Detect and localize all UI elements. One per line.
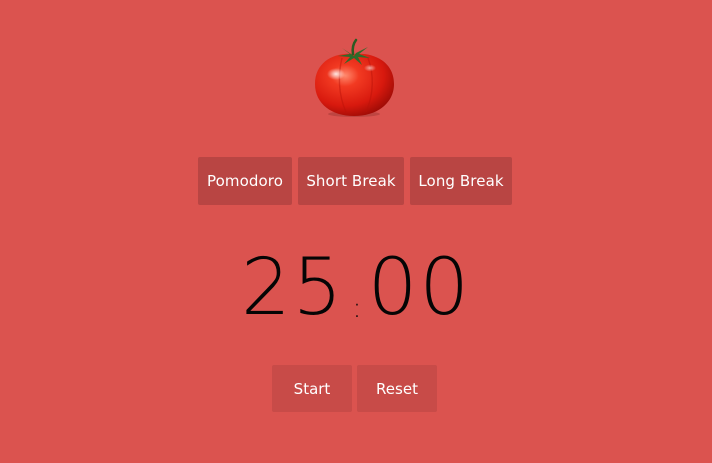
timer-seconds: 00 xyxy=(367,243,471,333)
tab-pomodoro[interactable]: Pomodoro xyxy=(198,157,292,205)
start-button[interactable]: Start xyxy=(272,365,352,412)
tab-short-break[interactable]: Short Break xyxy=(298,157,404,205)
mode-tabs: Pomodoro Short Break Long Break xyxy=(198,157,512,205)
timer-minutes: 25 xyxy=(241,243,345,333)
timer-controls: Start Reset xyxy=(272,365,437,412)
pomodoro-app: Pomodoro Short Break Long Break 25 : 00 … xyxy=(0,0,712,463)
tab-long-break[interactable]: Long Break xyxy=(410,157,512,205)
timer-display: 25 : 00 xyxy=(0,246,712,330)
tomato-icon xyxy=(312,38,396,118)
reset-button[interactable]: Reset xyxy=(357,365,437,412)
timer-separator: : xyxy=(352,291,362,324)
